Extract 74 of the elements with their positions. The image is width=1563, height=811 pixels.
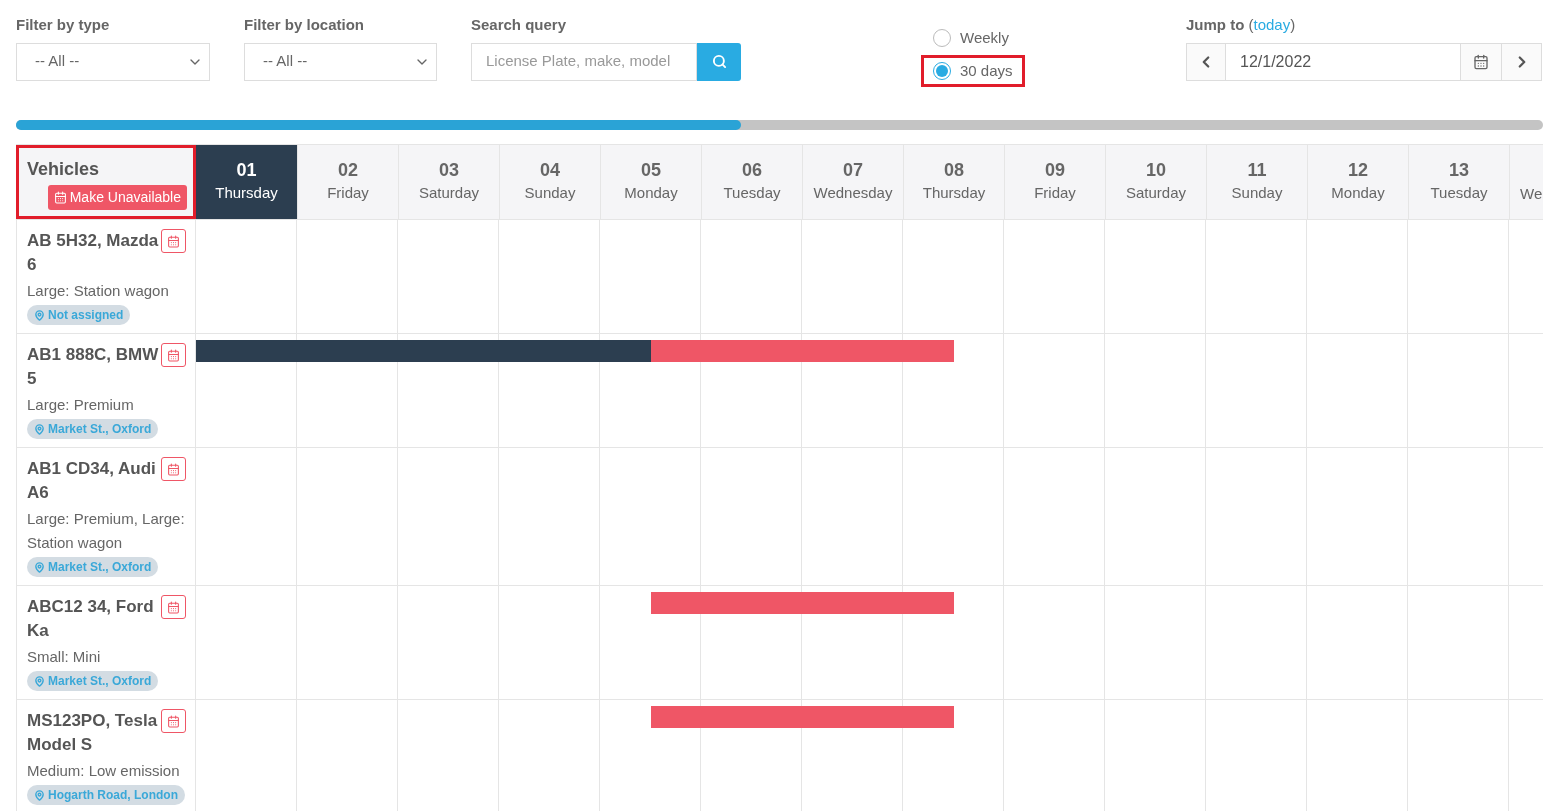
calendar-icon [167, 462, 180, 476]
pin-icon [34, 789, 45, 801]
day-name: Wednesday [813, 183, 893, 203]
calendar-button[interactable] [161, 457, 186, 481]
calendar-button[interactable] [161, 709, 186, 733]
vehicle-name[interactable]: AB1 CD34, Audi A6 [27, 457, 161, 505]
vehicle-type: Large: Premium [27, 395, 135, 415]
search-field[interactable]: License Plate, make, model [471, 42, 697, 81]
location-tag: Market St., Oxford [27, 671, 159, 691]
vehicle-type: Medium: Low emission [27, 761, 181, 781]
filter-label: Filter by location [244, 15, 365, 35]
location-tag: Not assigned [27, 305, 131, 325]
filter-label: Filter by type [16, 15, 111, 35]
calendar-icon [167, 234, 180, 248]
day-number: 03 [439, 159, 459, 181]
day-name: Monday [1331, 183, 1385, 203]
radio-label: 30 days [960, 60, 1013, 81]
day-number: 05 [641, 159, 661, 181]
pin-icon [34, 309, 45, 321]
day-number: 04 [540, 159, 560, 181]
day-number: 10 [1146, 159, 1166, 181]
vehicle-name[interactable]: AB1 888C, BMW 5 [27, 343, 161, 391]
location-tag: Market St., Oxford [27, 557, 159, 577]
calendar-button[interactable] [161, 595, 186, 619]
day-number: 11 [1247, 159, 1267, 181]
location-tag: Hogarth Road, London [27, 785, 185, 805]
vehicle-type: Large: Station wagon [27, 281, 170, 301]
day-name: Thursday [215, 183, 278, 203]
vehicle-name[interactable]: AB 5H32, Mazda 6 [27, 229, 161, 277]
day-name: Sunday [1231, 183, 1283, 203]
calendar-icon [53, 191, 67, 204]
calendar-icon [1473, 53, 1489, 70]
radio-label: Weekly [960, 28, 1009, 48]
search-button[interactable] [697, 42, 741, 81]
day-number: 08 [944, 159, 964, 181]
day-name: Friday [327, 183, 369, 203]
day-name: Saturday [1125, 183, 1186, 203]
filter-select[interactable]: -- All -- [244, 42, 437, 81]
pin-icon [34, 423, 45, 435]
day-number: 12 [1348, 159, 1368, 181]
day-number: 13 [1449, 159, 1469, 181]
search-icon [711, 54, 727, 69]
day-name: We [1520, 184, 1543, 204]
day-name: Monday [624, 183, 678, 203]
vehicle-name[interactable]: ABC12 34, Ford Ka [27, 595, 161, 643]
scroll-bar[interactable] [16, 120, 1543, 130]
day-name: Saturday [418, 183, 479, 203]
date-field[interactable]: 12/1/2022 [1226, 42, 1460, 81]
vehicles-title: Vehicles [27, 158, 101, 181]
location-tag: Market St., Oxford [27, 419, 159, 439]
search-label: Search query [471, 15, 568, 35]
previous-button[interactable] [1186, 42, 1226, 81]
day-name: Thursday [922, 183, 986, 203]
calendar-icon [167, 348, 180, 362]
day-number: 06 [742, 159, 762, 181]
day-number: 07 [843, 159, 863, 181]
vehicle-type: Large: Premium, Large: Station wagon [27, 509, 186, 553]
calendar-icon [167, 714, 180, 728]
day-number: 01 [236, 159, 257, 181]
day-number: 09 [1045, 159, 1065, 181]
filter-select[interactable]: -- All -- [16, 42, 210, 81]
day-name: Tuesday [1430, 183, 1488, 203]
vehicle-name[interactable]: MS123PO, Tesla Model S [27, 709, 161, 757]
calendar-icon [167, 600, 180, 614]
day-name: Sunday [524, 183, 576, 203]
day-name: Friday [1034, 183, 1076, 203]
jump-to-label: Jump to (today) [1186, 15, 1297, 35]
day-number: 02 [338, 159, 358, 181]
day-name: Tuesday [723, 183, 781, 203]
calendar-button[interactable] [161, 229, 186, 253]
vehicle-type: Small: Mini [27, 647, 102, 667]
pin-icon [34, 561, 45, 573]
calendar-button[interactable] [161, 343, 186, 367]
pin-icon [34, 675, 45, 687]
